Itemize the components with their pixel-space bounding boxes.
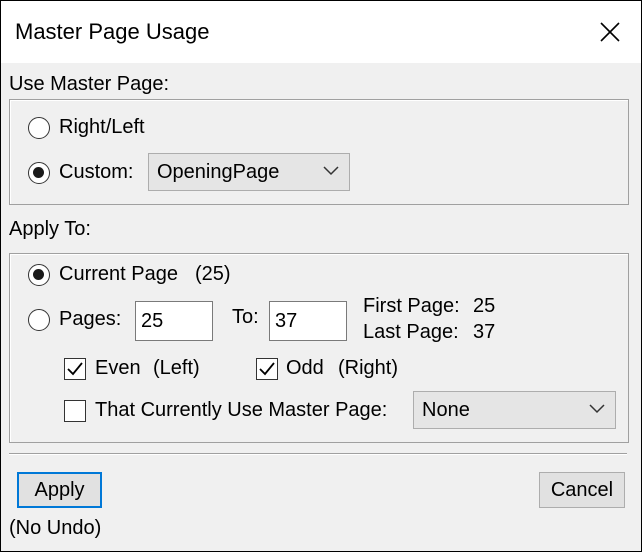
use-master-page-label: Use Master Page: (9, 73, 170, 95)
odd-checkbox[interactable] (256, 358, 278, 380)
current-page-radio[interactable] (28, 264, 50, 286)
last-page-value: 37 (473, 321, 496, 343)
master-filter-label[interactable]: That Currently Use Master Page: (95, 399, 387, 422)
custom-master-value: OpeningPage (157, 161, 280, 183)
dialog-title: Master Page Usage (15, 19, 210, 44)
even-sub-label[interactable]: (Left) (153, 357, 200, 380)
current-page-value: (25) (195, 263, 231, 285)
chevron-down-icon (589, 404, 605, 414)
pages-radio[interactable] (28, 309, 50, 331)
current-page-label[interactable]: Current Page (59, 263, 178, 286)
title-bar: Master Page Usage (1, 1, 641, 63)
no-undo-note: (No Undo) (9, 517, 102, 539)
to-label: To: (232, 306, 259, 328)
apply-button[interactable]: Apply (17, 472, 102, 508)
cancel-button[interactable]: Cancel (539, 472, 625, 508)
custom-label[interactable]: Custom: (59, 161, 133, 184)
even-label[interactable]: Even (95, 357, 141, 380)
odd-sub-label[interactable]: (Right) (338, 357, 398, 380)
apply-to-label: Apply To: (9, 218, 91, 240)
close-button[interactable] (589, 11, 631, 53)
pages-from-input[interactable]: 25 (135, 301, 213, 341)
custom-radio[interactable] (28, 162, 50, 184)
cancel-button-label: Cancel (550, 478, 614, 501)
pages-from-value: 25 (141, 310, 164, 332)
footer-separator (9, 453, 627, 455)
first-page-label: First Page: (363, 295, 460, 317)
pages-to-input[interactable]: 37 (269, 301, 347, 341)
pages-to-value: 37 (275, 310, 298, 332)
right-left-label[interactable]: Right/Left (59, 116, 145, 139)
close-icon (600, 22, 620, 42)
master-filter-select[interactable]: None (413, 391, 616, 429)
master-filter-checkbox[interactable] (64, 400, 86, 422)
first-page-value: 25 (473, 295, 496, 317)
checkmark-icon (67, 362, 83, 376)
chevron-down-icon (323, 166, 339, 176)
master-page-usage-dialog: Master Page Usage Use Master Page: Right… (0, 0, 642, 552)
checkmark-icon (259, 362, 275, 376)
odd-label[interactable]: Odd (286, 357, 324, 380)
last-page-label: Last Page: (363, 321, 459, 343)
right-left-radio[interactable] (28, 117, 50, 139)
even-checkbox[interactable] (64, 358, 86, 380)
pages-label[interactable]: Pages: (59, 308, 121, 331)
custom-master-select[interactable]: OpeningPage (148, 153, 350, 191)
apply-button-label: Apply (34, 478, 85, 501)
master-filter-value: None (422, 399, 470, 421)
